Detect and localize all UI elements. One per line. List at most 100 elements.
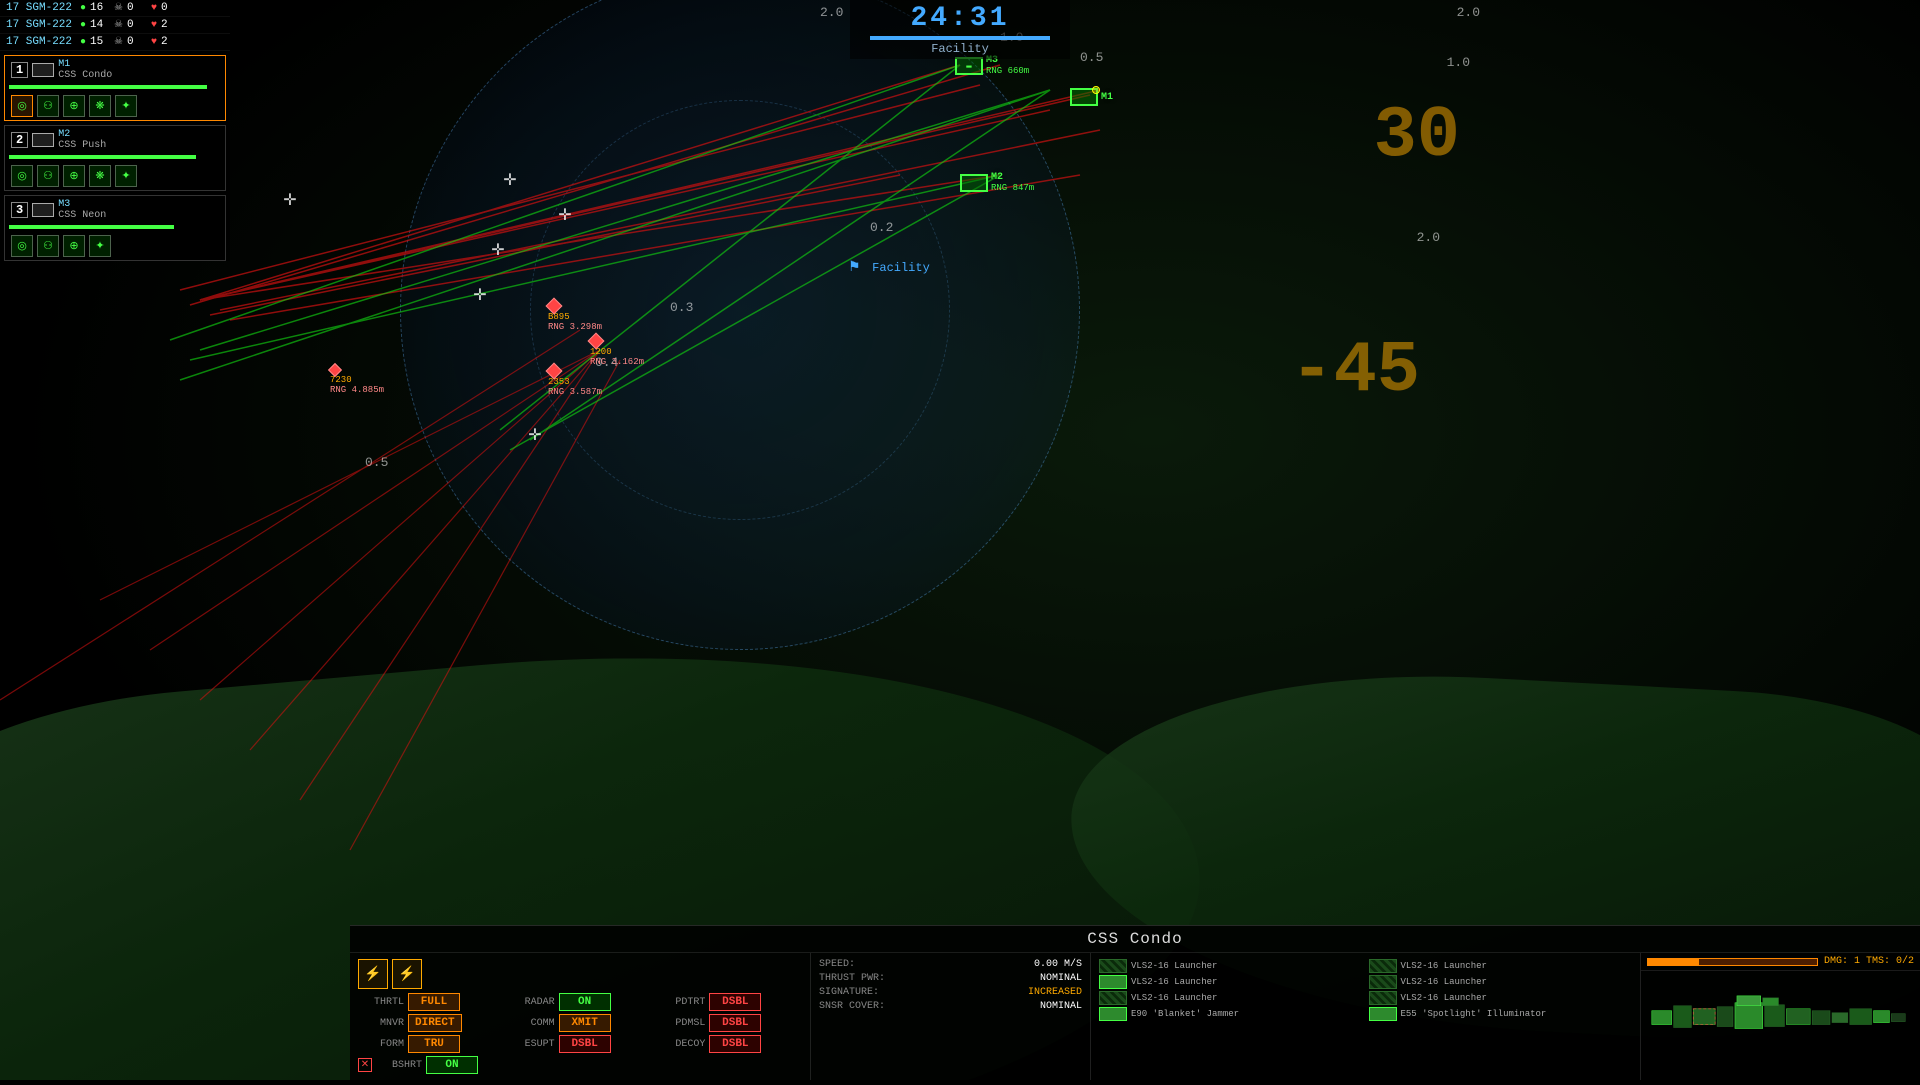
- wpn-row-3: VLS2-16 Launcher: [1099, 975, 1363, 989]
- ctrl-val-comm[interactable]: XMIT: [559, 1014, 611, 1032]
- ctrl-label-pdmsl: PDMSL: [659, 1018, 705, 1029]
- ctrl-val-form[interactable]: TRU: [408, 1035, 460, 1053]
- unit-actions-1: ◎ ⚇ ⊕ ❋ ✦: [5, 92, 225, 120]
- unit-num-1: 1: [11, 62, 28, 78]
- cross-marker-4: ✛: [491, 240, 504, 260]
- stat-val-thrust: NOMINAL: [1040, 973, 1082, 984]
- range-label-0-3: 0.3: [670, 300, 693, 315]
- ammo-count-1: 16: [90, 2, 110, 14]
- ctrl-val-radar[interactable]: ON: [559, 993, 611, 1011]
- dmg-fill: [1648, 959, 1699, 965]
- game-viewport: 2.0 1.0 0.5 0.2 0.3 0.4 0.5 2.0 1.0 2.0 …: [0, 0, 1920, 1080]
- facility-flag-icon: ⚑: [848, 260, 861, 276]
- range-label-2-0-right: 2.0: [1417, 230, 1440, 245]
- left-panel: 17 SGM-222 ● 16 ☠ 0 ♥ 0 17 SGM-222 ● 14 …: [0, 0, 230, 261]
- ctrl-label-esupt: ESUPT: [509, 1039, 555, 1050]
- action-target-2[interactable]: ⊕: [63, 165, 85, 187]
- enemy-7230[interactable]: 7230 RNG 4.885m: [330, 365, 384, 395]
- ctrl-val-thrtl[interactable]: FULL: [408, 993, 460, 1011]
- action-people-2[interactable]: ⚇: [37, 165, 59, 187]
- stat-key-signature: SIGNATURE:: [819, 987, 879, 998]
- unit-name-2: CSS Push: [58, 140, 106, 151]
- unit-card-3[interactable]: 3 M3 CSS Neon ◎ ⚇ ⊕ ✦: [4, 195, 226, 261]
- big-number-30: 30: [1374, 95, 1460, 177]
- unit-bracket-2: M2: [58, 129, 106, 140]
- ammo-row-2: 17 SGM-222 ● 14 ☠ 0 ♥ 2: [0, 17, 230, 34]
- ctrl-val-mnvr[interactable]: DIRECT: [408, 1014, 462, 1032]
- action-target-1[interactable]: ⊕: [63, 95, 85, 117]
- wpn-box-6[interactable]: [1369, 991, 1397, 1005]
- wpn-box-1[interactable]: [1099, 959, 1127, 973]
- ctrl-val-bshrt[interactable]: ON: [426, 1056, 478, 1074]
- action-target-3[interactable]: ⊕: [63, 235, 85, 257]
- ctrl-pdtrt: PDTRT DSBL: [659, 993, 802, 1011]
- action-people-3[interactable]: ⚇: [37, 235, 59, 257]
- facility-timer-label: Facility: [870, 42, 1050, 56]
- action-radar-3[interactable]: ◎: [11, 235, 33, 257]
- wpn-row-2: VLS2-16 Launcher: [1369, 959, 1633, 973]
- action-radar-2[interactable]: ◎: [11, 165, 33, 187]
- ctrl-val-decoy[interactable]: DSBL: [709, 1035, 761, 1053]
- ship-diagram: [1641, 981, 1920, 1080]
- wpn-box-5[interactable]: [1099, 991, 1127, 1005]
- wpn-box-8[interactable]: [1369, 1007, 1397, 1021]
- ctrl-label-decoy: DECOY: [659, 1039, 705, 1050]
- wpn-box-2[interactable]: [1369, 959, 1397, 973]
- schematic-svg: [1641, 981, 1920, 1080]
- unit-card-2[interactable]: 2 M2 CSS Push ◎ ⚇ ⊕ ❋ ✦: [4, 125, 226, 191]
- wpn-name-5: VLS2-16 Launcher: [1131, 993, 1217, 1003]
- wpn-row-1: VLS2-16 Launcher: [1099, 959, 1363, 973]
- unit-num-2: 2: [11, 132, 28, 148]
- controls-grid: THRTL FULL RADAR ON PDTRT DSBL MNVR DIRE…: [358, 993, 802, 1074]
- unit-card-1[interactable]: 1 M1 CSS Condo ◎ ⚇ ⊕ ❋ ✦: [4, 55, 226, 121]
- wpn-name-6: VLS2-16 Launcher: [1401, 993, 1487, 1003]
- action-people-1[interactable]: ⚇: [37, 95, 59, 117]
- enemy-7230-label: 7230: [330, 375, 384, 385]
- cross-marker-5: ✛: [473, 285, 486, 305]
- wpn-name-2: VLS2-16 Launcher: [1401, 961, 1487, 971]
- skull-icon-1: ☠: [114, 2, 123, 14]
- bshrt-x-icon: ✕: [358, 1058, 372, 1072]
- enemy-1200[interactable]: 1200 RNG 3.162m: [590, 335, 644, 367]
- wpn-row-4: VLS2-16 Launcher: [1369, 975, 1633, 989]
- map-unit-M2[interactable]: M2 RNG 847m: [960, 172, 1034, 193]
- action-special-3[interactable]: ✦: [89, 235, 111, 257]
- enemy-B895[interactable]: B895 RNG 3.298m: [548, 300, 602, 332]
- ctrl-label-thrtl: THRTL: [358, 997, 404, 1008]
- ctrl-comm: COMM XMIT: [509, 1014, 652, 1032]
- action-special-1[interactable]: ✦: [115, 95, 137, 117]
- enemy-2353[interactable]: 2353 RNG 3.587m: [548, 365, 602, 397]
- ammo-name-3: 17 SGM-222: [6, 36, 76, 48]
- map-unit-M1[interactable]: M1: [1070, 88, 1113, 106]
- ctrl-label-mnvr: MNVR: [358, 1018, 404, 1029]
- ctrl-bshrt: ✕ BSHRT ON: [358, 1056, 501, 1074]
- wpn-box-7[interactable]: [1099, 1007, 1127, 1021]
- action-weapon-2[interactable]: ❋: [89, 165, 111, 187]
- ctrl-val-pdmsl[interactable]: DSBL: [709, 1014, 761, 1032]
- ship-name-bar: CSS Condo: [350, 926, 1920, 953]
- action-special-2[interactable]: ✦: [115, 165, 137, 187]
- action-weapon-1[interactable]: ❋: [89, 95, 111, 117]
- map-unit-M2-label: M2: [991, 172, 1034, 183]
- enemy-2353-rng: RNG 3.587m: [548, 387, 602, 397]
- wpn-box-3[interactable]: [1099, 975, 1127, 989]
- ctrl-mnvr: MNVR DIRECT: [358, 1014, 501, 1032]
- wpn-box-4[interactable]: [1369, 975, 1397, 989]
- unit-actions-3: ◎ ⚇ ⊕ ✦: [5, 232, 225, 260]
- cross-marker-6: ✛: [528, 425, 541, 445]
- ship-icon-2: [32, 133, 54, 147]
- ctrl-val-esupt[interactable]: DSBL: [559, 1035, 611, 1053]
- wpn-name-8: E55 'Spotlight' Illuminator: [1401, 1009, 1547, 1019]
- wpn-row-5: VLS2-16 Launcher: [1099, 991, 1363, 1005]
- map-unit-M2-rng: RNG 847m: [991, 183, 1034, 193]
- map-unit-M3-rng: RNG 660m: [986, 66, 1029, 76]
- facility-marker[interactable]: ⚑ Facility: [848, 258, 930, 276]
- lightning-icon-1: ⚡: [358, 959, 388, 989]
- stat-key-snsr: SNSR COVER:: [819, 1001, 885, 1012]
- health-bar-3: [9, 225, 174, 229]
- action-radar-1[interactable]: ◎: [11, 95, 33, 117]
- ctrl-val-pdtrt[interactable]: DSBL: [709, 993, 761, 1011]
- ctrl-label-radar: RADAR: [509, 997, 555, 1008]
- ctrl-label-comm: COMM: [509, 1018, 555, 1029]
- unit-actions-2: ◎ ⚇ ⊕ ❋ ✦: [5, 162, 225, 190]
